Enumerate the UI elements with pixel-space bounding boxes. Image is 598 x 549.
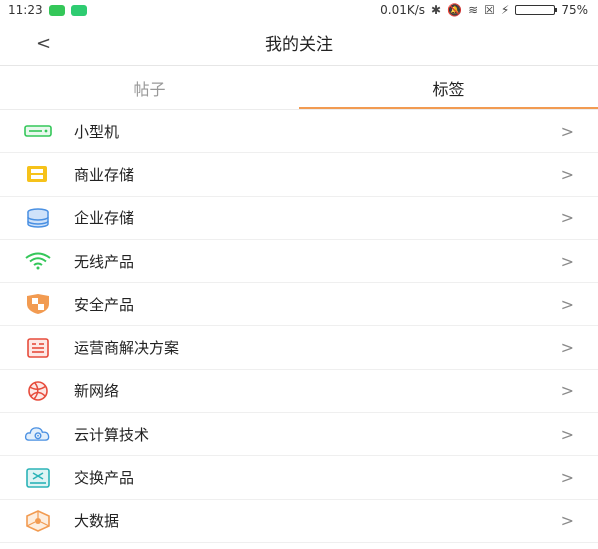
battery-icon [515,5,558,15]
list-item-new-network[interactable]: 新网络 > [0,370,598,414]
tab-tags[interactable]: 标签 [299,66,598,109]
chevron-right-icon: > [560,208,574,228]
tag-list: 小型机 > 商业存储 > 企业存储 > 无线产品 > 安全产品 > 运营商解决方… [0,110,598,543]
server-icon [24,120,52,142]
list-item-label: 新网络 [74,382,120,401]
list-item-label: 安全产品 [74,295,135,314]
cloud-gear-icon [24,423,52,445]
wifi-icon [24,250,52,272]
list-item-big-data[interactable]: 大数据 > [0,500,598,543]
chevron-right-icon: > [560,424,574,444]
chevron-right-icon: > [560,468,574,488]
list-item-wireless[interactable]: 无线产品 > [0,240,598,284]
list-item-minicomputer[interactable]: 小型机 > [0,110,598,154]
list-item-commercial-storage[interactable]: 商业存储 > [0,153,598,197]
chevron-right-icon: > [560,121,574,141]
chevron-right-icon: > [560,294,574,314]
sim-icon: ☒ [484,3,495,17]
charging-icon: ⚡ [500,3,510,17]
list-item-label: 无线产品 [74,252,135,271]
chevron-right-icon: > [560,251,574,271]
storage-box-icon [24,163,52,185]
shield-icon [24,293,52,315]
bluetooth-icon: ✱ [431,3,442,17]
bigdata-icon [24,509,52,532]
wifi-status-icon: ≋ [468,3,479,17]
database-icon [24,207,52,229]
carrier-icon [24,337,52,359]
page-title: 我的关注 [265,35,333,55]
tab-bar: 帖子 标签 [0,66,598,110]
list-item-cloud-computing[interactable]: 云计算技术 > [0,413,598,457]
list-item-enterprise-storage[interactable]: 企业存储 > [0,197,598,240]
back-button[interactable]: < [36,20,51,66]
chevron-right-icon: > [560,381,574,401]
list-item-label: 运营商解决方案 [74,339,180,358]
network-icon [24,380,52,402]
list-item-carrier-solutions[interactable]: 运营商解决方案 > [0,326,598,370]
chevron-right-icon: > [560,164,574,184]
list-item-label: 云计算技术 [74,425,150,444]
list-item-label: 交换产品 [74,469,135,488]
page-header: < 我的关注 [0,20,598,66]
list-item-label: 商业存储 [74,165,135,184]
list-item-label: 小型机 [74,122,120,141]
chevron-right-icon: > [560,511,574,531]
list-item-label: 企业存储 [74,209,135,228]
list-item-switching[interactable]: 交换产品 > [0,456,598,500]
chevron-right-icon: > [560,338,574,358]
switch-icon [24,467,52,489]
status-left: 11:23 [8,3,87,17]
notification-chip-icon [48,4,65,16]
net-speed: 0.01K/s [380,3,426,17]
status-right: 0.01K/s ✱ 🔕 ≋ ☒ ⚡ 75% [380,3,588,17]
battery-percent: 75% [561,3,588,17]
back-arrow-icon: < [36,32,52,54]
notification-chip-icon-2 [70,4,87,16]
list-item-label: 大数据 [74,512,120,531]
tab-posts[interactable]: 帖子 [0,66,299,109]
list-item-security[interactable]: 安全产品 > [0,283,598,327]
mute-icon: 🔕 [447,3,463,17]
status-time: 11:23 [8,3,43,17]
status-bar: 11:23 0.01K/s ✱ 🔕 ≋ ☒ ⚡ 75% [0,0,598,20]
